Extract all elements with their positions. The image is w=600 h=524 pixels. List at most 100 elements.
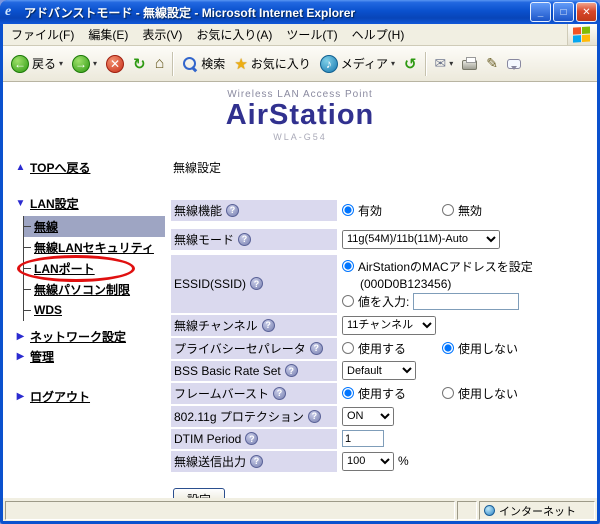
back-dropdown-icon[interactable]: ▾ [59, 59, 63, 68]
discuss-icon [507, 58, 522, 70]
stop-icon: ✕ [106, 54, 125, 73]
sidebar-item-wireless-security[interactable]: 無線LANセキュリティ [24, 237, 165, 258]
title-bar: e アドバンストモード - 無線設定 - Microsoft Internet … [0, 0, 600, 24]
triangle-right-icon: ▶ [16, 351, 25, 363]
sidebar-item-logout[interactable]: ▶ ログアウト [15, 387, 165, 407]
help-icon[interactable]: ? [307, 409, 321, 423]
essid-mac-radio[interactable] [342, 260, 354, 273]
dtim-input[interactable] [342, 430, 384, 448]
home-icon: ⌂ [154, 54, 165, 72]
sidebar-item-pc-restriction[interactable]: 無線パソコン制限 [24, 279, 165, 300]
row-protection: 802.11g プロテクション ? ON [171, 405, 589, 427]
status-bar: インターネット [3, 498, 597, 521]
mail-icon: ✉ [434, 55, 447, 71]
brand-model: WLA-G54 [273, 131, 327, 142]
mail-button[interactable]: ✉ ▾ [431, 53, 458, 74]
forward-icon: → [72, 54, 91, 73]
help-icon[interactable]: ? [250, 277, 264, 291]
maximize-button[interactable]: □ [553, 2, 574, 22]
mail-dropdown-icon[interactable]: ▾ [449, 59, 453, 68]
function-disabled-option[interactable]: 無効 [442, 202, 482, 219]
essid-manual-option[interactable]: 値を入力: [342, 292, 520, 310]
function-enabled-radio[interactable] [342, 204, 354, 217]
frameburst-nouse-radio[interactable] [442, 387, 454, 400]
privacy-use-radio[interactable] [342, 342, 354, 355]
help-icon[interactable]: ? [238, 232, 252, 246]
row-wireless-mode: 無線モード ? 11g(54M)/11b(11M)-Auto [171, 228, 589, 250]
essid-manual-radio[interactable] [342, 295, 354, 308]
menu-file[interactable]: ファイル(F) [4, 24, 81, 45]
media-dropdown-icon[interactable]: ▾ [391, 59, 395, 68]
frameburst-use-option[interactable]: 使用する [342, 385, 438, 402]
home-button[interactable]: ⌂ [151, 53, 169, 75]
edit-button[interactable]: ✎ [482, 53, 502, 74]
forward-button[interactable]: → ▾ [68, 53, 101, 75]
essid-mac-value: (000D0B123456) [360, 276, 452, 291]
discuss-button[interactable] [503, 57, 525, 71]
favorites-button[interactable]: ★ お気に入り [230, 53, 314, 75]
channel-select[interactable]: 11チャンネル [342, 315, 436, 335]
wireless-function-label: 無線機能 [174, 203, 223, 218]
txpower-label: 無線送信出力 [174, 454, 247, 469]
menu-view[interactable]: 表示(V) [135, 24, 189, 45]
sidebar-item-lan-settings[interactable]: ▼ LAN設定 [15, 194, 165, 214]
privacy-use-option[interactable]: 使用する [342, 340, 438, 357]
privacy-nouse-option[interactable]: 使用しない [442, 340, 518, 357]
privacy-label: プライバシーセパレータ [174, 341, 306, 356]
essid-mac-label: AirStationのMACアドレスを設定 [358, 259, 533, 274]
help-icon[interactable]: ? [273, 386, 287, 400]
history-button[interactable]: ↺ [400, 53, 421, 75]
help-icon[interactable]: ? [250, 454, 264, 468]
frameburst-use-radio[interactable] [342, 387, 354, 400]
media-button[interactable]: ♪ メディア ▾ [316, 53, 399, 75]
minimize-button[interactable]: _ [530, 2, 551, 22]
menu-favorites[interactable]: お気に入り(A) [189, 24, 279, 45]
menu-tools[interactable]: ツール(T) [279, 24, 344, 45]
sidebar-logout-label: ログアウト [30, 390, 91, 405]
txpower-select[interactable]: 100 [342, 451, 394, 471]
search-label: 検索 [201, 57, 226, 71]
essid-mac-option[interactable]: AirStationのMACアドレスを設定 [342, 258, 533, 275]
privacy-nouse-radio[interactable] [442, 342, 454, 355]
help-icon[interactable]: ? [245, 432, 259, 446]
bss-select[interactable]: Default [342, 361, 416, 381]
close-button[interactable]: ✕ [576, 2, 597, 22]
help-icon[interactable]: ? [226, 203, 240, 217]
sidebar-nav: ▲ TOPへ戻る ▼ LAN設定 無線 無線LANセキュリティ LANポート 無… [3, 158, 165, 498]
favorites-star-icon: ★ [234, 55, 248, 73]
protection-select[interactable]: ON [342, 406, 394, 426]
help-icon[interactable]: ? [284, 364, 298, 378]
frameburst-nouse-option[interactable]: 使用しない [442, 385, 518, 402]
sidebar-item-top[interactable]: ▲ TOPへ戻る [15, 158, 165, 178]
sidebar-item-admin[interactable]: ▶ 管理 [15, 347, 165, 367]
apply-button[interactable]: 設定 [173, 487, 226, 498]
essid-input[interactable] [413, 292, 520, 310]
edit-icon: ✎ [486, 55, 499, 71]
help-icon[interactable]: ? [261, 318, 275, 332]
search-icon [182, 56, 198, 72]
print-button[interactable] [458, 55, 481, 72]
stop-button[interactable]: ✕ [102, 53, 128, 75]
function-disabled-radio[interactable] [442, 204, 454, 217]
favorites-label: お気に入り [250, 57, 311, 71]
sidebar-item-network[interactable]: ▶ ネットワーク設定 [15, 327, 165, 347]
triangle-right-icon: ▶ [16, 331, 25, 343]
menu-edit[interactable]: 編集(E) [81, 24, 135, 45]
function-enabled-option[interactable]: 有効 [342, 202, 438, 219]
back-button[interactable]: ← 戻る ▾ [7, 53, 67, 75]
sidebar-wds-label: WDS [34, 303, 62, 318]
media-label: メディア [340, 57, 388, 71]
media-icon: ♪ [319, 54, 338, 73]
search-button[interactable]: 検索 [178, 53, 229, 74]
sidebar-item-lan-port[interactable]: LANポート [17, 254, 165, 282]
sidebar-item-wireless[interactable]: 無線 [24, 215, 165, 237]
forward-dropdown-icon[interactable]: ▾ [93, 59, 97, 68]
wireless-mode-select[interactable]: 11g(54M)/11b(11M)-Auto [342, 229, 500, 249]
back-icon: ← [11, 54, 29, 73]
menu-help[interactable]: ヘルプ(H) [345, 24, 412, 45]
row-tx-power: 無線送信出力 ? 100 % [171, 450, 589, 472]
refresh-button[interactable]: ↻ [129, 53, 150, 75]
sidebar-item-wds[interactable]: WDS [24, 300, 165, 321]
help-icon[interactable]: ? [309, 341, 323, 355]
sidebar-network-label: ネットワーク設定 [30, 330, 127, 345]
